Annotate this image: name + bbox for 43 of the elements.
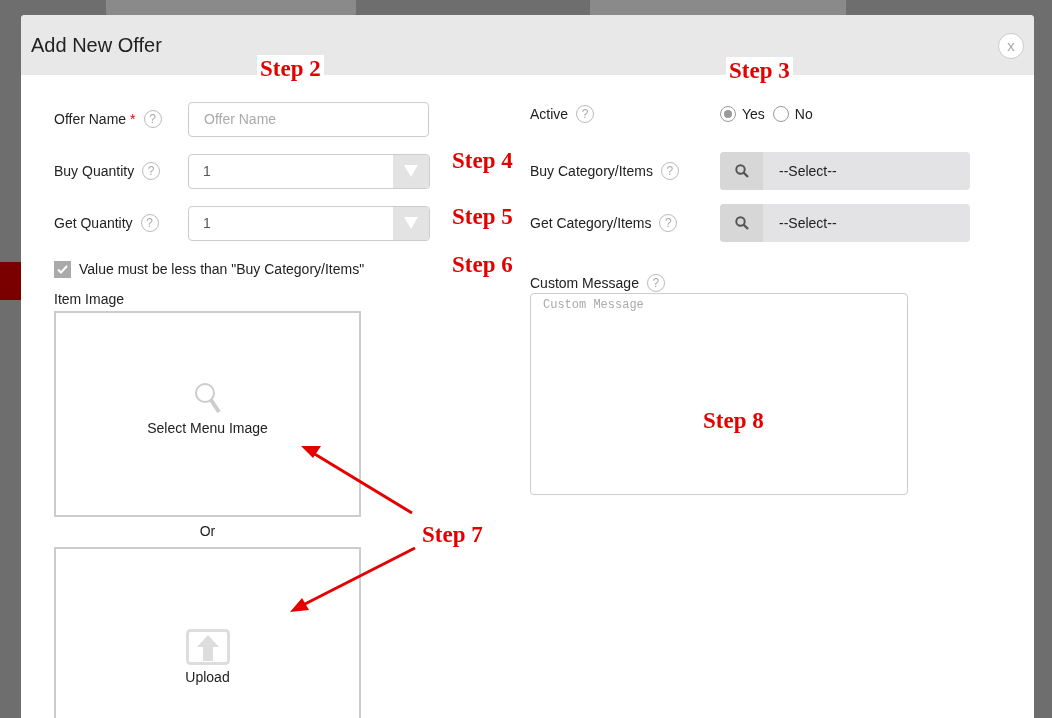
field-label: Get Quantity — [54, 215, 133, 231]
field-label: Item Image — [54, 291, 126, 309]
radio-button[interactable] — [720, 106, 736, 122]
field-label: Buy Quantity — [54, 163, 135, 179]
field-label: Buy Category/Items — [530, 163, 653, 179]
field-label: Active — [530, 106, 569, 122]
step-annotation: Step 2 — [257, 55, 324, 83]
caret-icon — [404, 217, 418, 229]
step-annotation: Step 8 — [702, 407, 765, 435]
checkbox[interactable] — [54, 260, 71, 278]
dialog-title: Add New Offer — [31, 33, 162, 57]
step-annotation: Step 6 — [451, 251, 514, 279]
search-field[interactable] — [590, 0, 846, 16]
category-select[interactable]: --Select-- — [720, 204, 970, 242]
search-icon — [734, 216, 749, 230]
upload-box[interactable]: Upload — [54, 547, 361, 718]
location-field[interactable] — [106, 0, 356, 16]
offer-name-field[interactable]: Offer Name — [188, 101, 429, 137]
field-label: Get Category/Items — [530, 215, 652, 231]
search-icon — [193, 382, 222, 416]
checkbox-label: Value must be less than "Buy Category/Items" — [79, 261, 365, 277]
quantity-dropdown[interactable]: 1 — [188, 153, 430, 189]
required-mark: * — [130, 111, 136, 127]
quantity-dropdown[interactable]: 1 — [188, 205, 430, 241]
upload-icon — [185, 629, 230, 665]
step-annotation: Step 4 — [451, 147, 514, 175]
radio-label: No — [794, 106, 813, 122]
radio-button[interactable] — [772, 106, 789, 122]
upload-label: Upload — [185, 669, 230, 685]
field-label: Offer Name — [54, 111, 127, 127]
select-image-box[interactable]: Select Menu Image — [54, 311, 361, 517]
step-annotation: Step 7 — [421, 521, 484, 549]
close-button[interactable]: x — [998, 33, 1024, 59]
caret-icon — [404, 165, 418, 177]
or-label: Or — [198, 523, 217, 539]
radio-label: Yes — [742, 106, 765, 122]
step-annotation: Step 3 — [726, 57, 793, 85]
field-label: Custom Message — [530, 275, 639, 291]
search-icon — [734, 164, 749, 178]
step-annotation: Step 5 — [451, 203, 514, 231]
select-image-label: Select Menu Image — [147, 420, 268, 436]
checkmark-icon — [57, 264, 68, 274]
category-select[interactable]: --Select-- — [720, 152, 970, 190]
